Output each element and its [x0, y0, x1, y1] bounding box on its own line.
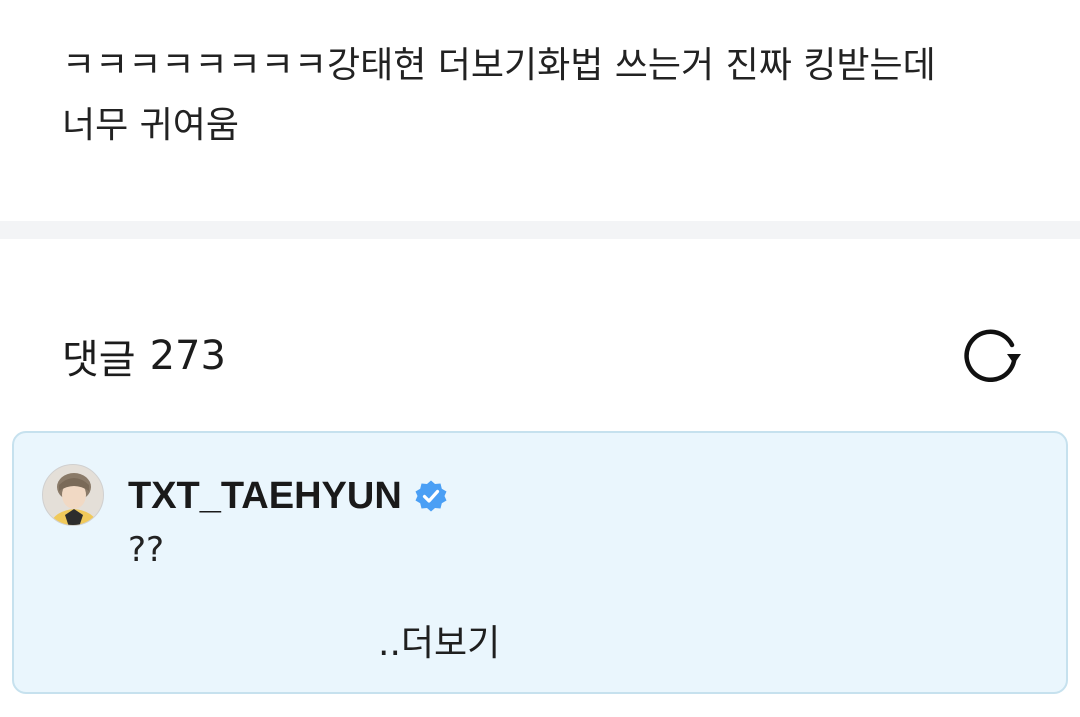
- refresh-icon: [964, 329, 1021, 382]
- section-divider: [0, 221, 1080, 239]
- post-body-line: ㅋㅋㅋㅋㅋㅋㅋㅋ강태현 더보기화법 쓰는거 진짜 킹받는데: [62, 45, 936, 86]
- avatar[interactable]: [42, 464, 104, 526]
- comment-text: ??: [128, 530, 165, 570]
- comments-count: 273: [149, 333, 226, 379]
- comments-header: 댓글 273: [62, 326, 226, 386]
- comment-author: TXT_TAEHYUN: [128, 471, 448, 521]
- comments-label: 댓글: [62, 337, 136, 383]
- author-name[interactable]: TXT_TAEHYUN: [128, 475, 402, 518]
- more-link[interactable]: ..더보기: [378, 614, 500, 666]
- comment-card: TXT_TAEHYUN ?? ..더보기: [12, 431, 1068, 694]
- post-body-line: 너무 귀여움: [62, 105, 240, 146]
- refresh-button[interactable]: [958, 324, 1028, 384]
- verified-badge-icon: [415, 480, 447, 512]
- post-body: ㅋㅋㅋㅋㅋㅋㅋㅋ강태현 더보기화법 쓰는거 진짜 킹받는데 너무 귀여움: [62, 36, 1022, 156]
